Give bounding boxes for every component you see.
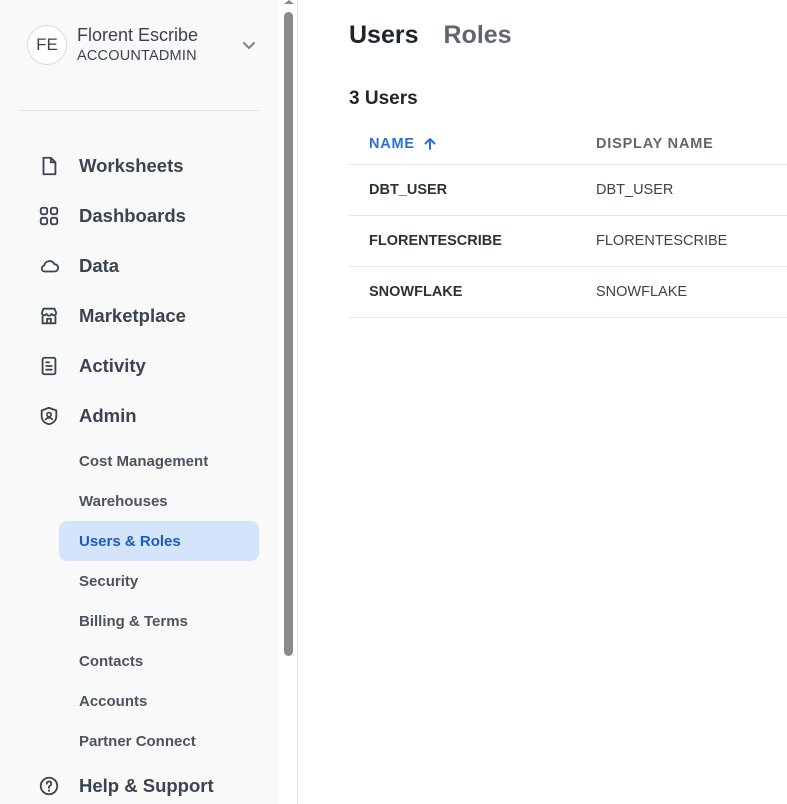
column-header-label: DISPLAY NAME [596, 136, 714, 152]
sidebar-subitem-label: Partner Connect [79, 732, 196, 750]
table-row[interactable]: DBT_USER DBT_USER [349, 165, 787, 216]
cell-display-name: SNOWFLAKE [596, 284, 688, 300]
cell-name: SNOWFLAKE [369, 284, 463, 300]
sidebar-item-label: Activity [79, 355, 146, 376]
sidebar-subitem-label: Billing & Terms [79, 612, 188, 630]
sidebar-subitem-billing-terms[interactable]: Billing & Terms [59, 601, 259, 641]
avatar: FE [27, 25, 67, 65]
users-count: 3 Users [349, 88, 418, 109]
sidebar-item-label: Dashboards [79, 205, 186, 226]
help-circle-icon [37, 774, 61, 798]
sidebar-item-label: Data [79, 255, 120, 276]
user-info: Florent Escribe ACCOUNTADMIN [77, 24, 237, 66]
storefront-icon [37, 304, 61, 328]
shield-user-icon [37, 404, 61, 428]
sidebar-item-dashboards[interactable]: Dashboards [0, 191, 279, 241]
user-role: ACCOUNTADMIN [77, 48, 197, 64]
cell-name: DBT_USER [369, 182, 448, 198]
sidebar-item-label: Marketplace [79, 305, 186, 326]
sidebar-item-marketplace[interactable]: Marketplace [0, 291, 279, 341]
scrollbar-thumb[interactable] [284, 12, 293, 656]
column-header-name[interactable]: NAME [369, 136, 437, 152]
sidebar-subitem-warehouses[interactable]: Warehouses [59, 481, 259, 521]
sidebar-item-label: Admin [79, 405, 137, 426]
cell-name: FLORENTESCRIBE [369, 233, 502, 249]
user-menu[interactable]: FE Florent Escribe ACCOUNTADMIN [27, 22, 257, 68]
grid-icon [37, 204, 61, 228]
column-header-label: NAME [369, 136, 415, 152]
sidebar-subitem-security[interactable]: Security [59, 561, 259, 601]
sidebar-item-label: Worksheets [79, 155, 184, 176]
sidebar-subitem-users-roles[interactable]: Users & Roles [59, 521, 259, 561]
sidebar: FE Florent Escribe ACCOUNTADMIN Workshee… [0, 0, 279, 804]
sidebar-item-activity[interactable]: Activity [0, 341, 279, 391]
sidebar-item-label: Help & Support [79, 775, 214, 796]
sidebar-subitem-label: Cost Management [79, 452, 209, 470]
activity-log-icon [37, 354, 61, 378]
scroll-up-arrow-icon[interactable] [284, 0, 294, 4]
sidebar-subitem-label: Contacts [79, 652, 144, 670]
table-row[interactable]: SNOWFLAKE SNOWFLAKE [349, 267, 787, 318]
main-content: Users Roles 3 Users NAME DISPLAY NAME DB… [299, 0, 787, 804]
sidebar-item-help-support[interactable]: Help & Support [0, 761, 279, 804]
user-name: Florent Escribe [77, 25, 199, 45]
tab-bar: Users Roles [349, 18, 512, 52]
sidebar-subitem-label: Security [79, 572, 139, 590]
document-icon [37, 154, 61, 178]
tab-roles[interactable]: Roles [444, 18, 512, 52]
cloud-icon [37, 254, 61, 278]
sidebar-subitem-contacts[interactable]: Contacts [59, 641, 259, 681]
sidebar-item-worksheets[interactable]: Worksheets [0, 141, 279, 191]
sidebar-subitem-cost-management[interactable]: Cost Management [59, 441, 259, 481]
cell-display-name: FLORENTESCRIBE [596, 233, 728, 249]
sidebar-subitem-label: Accounts [79, 692, 148, 710]
sidebar-scrollbar[interactable] [279, 0, 298, 804]
sidebar-subitem-partner-connect[interactable]: Partner Connect [59, 721, 259, 761]
sidebar-divider [19, 110, 259, 111]
sidebar-item-admin[interactable]: Admin [0, 391, 279, 441]
column-header-display-name[interactable]: DISPLAY NAME [596, 136, 714, 152]
sidebar-subitem-label: Users & Roles [79, 532, 181, 550]
chevron-down-icon [243, 42, 255, 49]
users-table: NAME DISPLAY NAME DBT_USER DBT_USER FLOR… [349, 124, 787, 318]
cell-display-name: DBT_USER [596, 182, 674, 198]
table-row[interactable]: FLORENTESCRIBE FLORENTESCRIBE [349, 216, 787, 267]
tab-users[interactable]: Users [349, 18, 419, 52]
sidebar-subitem-accounts[interactable]: Accounts [59, 681, 259, 721]
sidebar-item-data[interactable]: Data [0, 241, 279, 291]
arrow-up-icon [424, 138, 436, 150]
table-header: NAME DISPLAY NAME [349, 124, 787, 165]
sidebar-subitem-label: Warehouses [79, 492, 168, 510]
